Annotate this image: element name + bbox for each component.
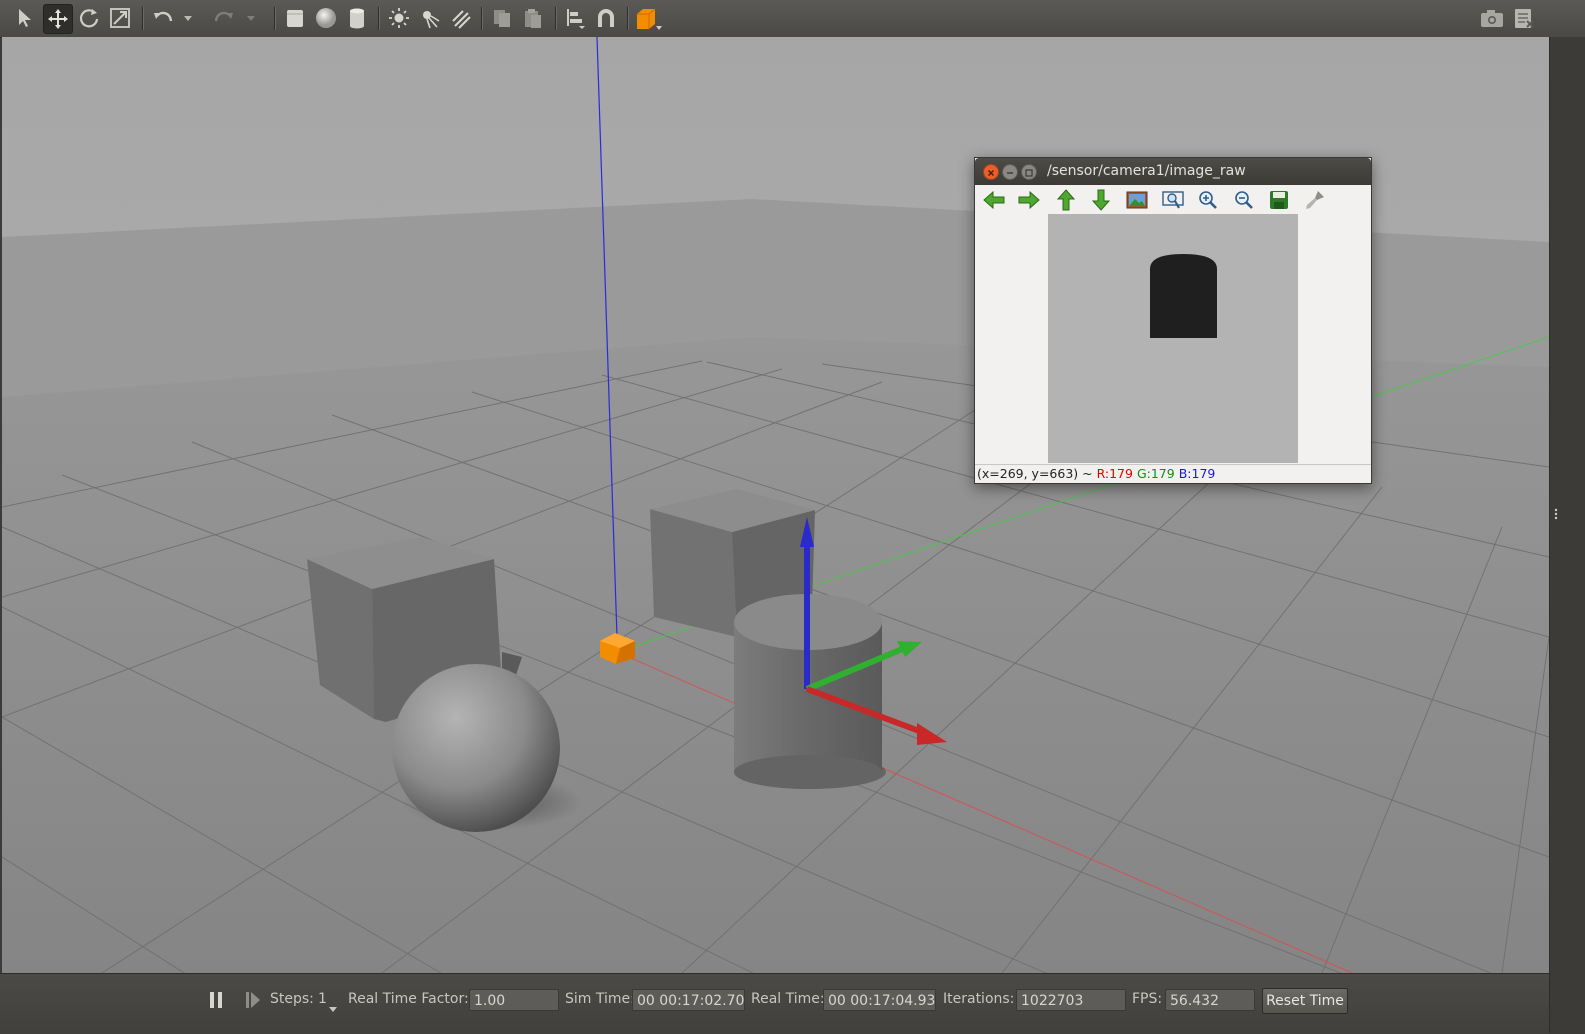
- sim-time-label: Sim Time:: [565, 991, 635, 1007]
- close-icon[interactable]: [983, 164, 999, 180]
- camera-image: [1048, 214, 1298, 463]
- top-toolbar: [0, 0, 1585, 38]
- steps-dropdown-icon[interactable]: [328, 998, 338, 1012]
- sphere-shape-icon[interactable]: [312, 4, 340, 32]
- steps-value[interactable]: 1: [318, 991, 327, 1007]
- iterations-field: 1022703: [1016, 989, 1126, 1011]
- real-time-label: Real Time:: [751, 991, 825, 1007]
- snap-icon[interactable]: [592, 4, 620, 32]
- panel-expand-handle-icon[interactable]: [1552, 505, 1560, 520]
- fps-label: FPS:: [1132, 991, 1163, 1007]
- image-icon[interactable]: [1125, 188, 1149, 212]
- spot-light-icon[interactable]: [415, 4, 443, 32]
- copy-icon[interactable]: [488, 4, 516, 32]
- pixel-red-value: R:179: [1096, 466, 1133, 481]
- scale-mode-icon[interactable]: [106, 4, 134, 32]
- reset-time-button[interactable]: Reset Time: [1262, 988, 1348, 1014]
- maximize-icon[interactable]: [1021, 164, 1037, 180]
- box-shape-icon[interactable]: [281, 4, 309, 32]
- redo-icon[interactable]: [210, 4, 238, 32]
- pixel-coords: (x=269, y=663) ~: [977, 466, 1093, 481]
- minimize-icon[interactable]: [1002, 164, 1018, 180]
- fps-field: 56.432: [1165, 989, 1255, 1011]
- camera-view-cylinder: [1150, 254, 1217, 338]
- steps-label: Steps:: [270, 991, 314, 1007]
- iterations-label: Iterations:: [943, 991, 1015, 1007]
- directional-light-icon[interactable]: [446, 4, 474, 32]
- log-data-icon[interactable]: [1509, 4, 1537, 32]
- change-view-angle-icon[interactable]: [634, 4, 662, 32]
- forward-arrow-icon[interactable]: [1017, 188, 1041, 212]
- real-time-factor-label: Real Time Factor:: [348, 991, 469, 1007]
- align-icon[interactable]: [562, 4, 590, 32]
- camera-image-canvas[interactable]: [1048, 214, 1298, 463]
- pixel-blue-value: B:179: [1178, 466, 1216, 481]
- image-view-window[interactable]: /sensor/camera1/image_raw (x=269, y=663)…: [974, 157, 1372, 484]
- image-window-toolbar: [975, 185, 1371, 213]
- right-panel-collapsed: [1549, 37, 1585, 1033]
- redo-history-icon[interactable]: [243, 4, 259, 32]
- rotate-mode-icon[interactable]: [75, 4, 103, 32]
- window-titlebar[interactable]: /sensor/camera1/image_raw: [975, 158, 1371, 185]
- back-arrow-icon[interactable]: [982, 188, 1006, 212]
- sphere-model: [392, 664, 560, 832]
- zoom-out-icon[interactable]: [1232, 188, 1256, 212]
- point-light-icon[interactable]: [385, 4, 413, 32]
- cylinder-shape-icon[interactable]: [343, 4, 371, 32]
- clear-icon[interactable]: [1303, 188, 1327, 212]
- pixel-info-bar: (x=269, y=663) ~ R:179 G:179 B:179: [975, 464, 1371, 483]
- zoom-in-icon[interactable]: [1196, 188, 1220, 212]
- down-arrow-icon[interactable]: [1089, 188, 1113, 212]
- pause-icon[interactable]: [208, 991, 224, 1009]
- step-icon[interactable]: [245, 991, 261, 1009]
- undo-history-icon[interactable]: [180, 4, 196, 32]
- real-time-field: 00 00:17:04.932: [823, 989, 936, 1011]
- simulation-status-bar: Steps: 1 Real Time Factor: 1.00 Sim Time…: [0, 973, 1549, 1034]
- paste-icon[interactable]: [519, 4, 547, 32]
- translate-mode-icon[interactable]: [43, 4, 73, 34]
- sim-time-field: 00 00:17:02.703: [632, 989, 745, 1011]
- select-mode-icon[interactable]: [12, 4, 40, 32]
- undo-icon[interactable]: [149, 4, 177, 32]
- up-arrow-icon[interactable]: [1054, 188, 1078, 212]
- pixel-green-value: G:179: [1136, 466, 1175, 481]
- screenshot-icon[interactable]: [1478, 4, 1506, 32]
- save-icon[interactable]: [1267, 188, 1291, 212]
- real-time-factor-field: 1.00: [469, 989, 559, 1011]
- zoom-fit-icon[interactable]: [1161, 188, 1185, 212]
- window-title: /sensor/camera1/image_raw: [1047, 163, 1246, 179]
